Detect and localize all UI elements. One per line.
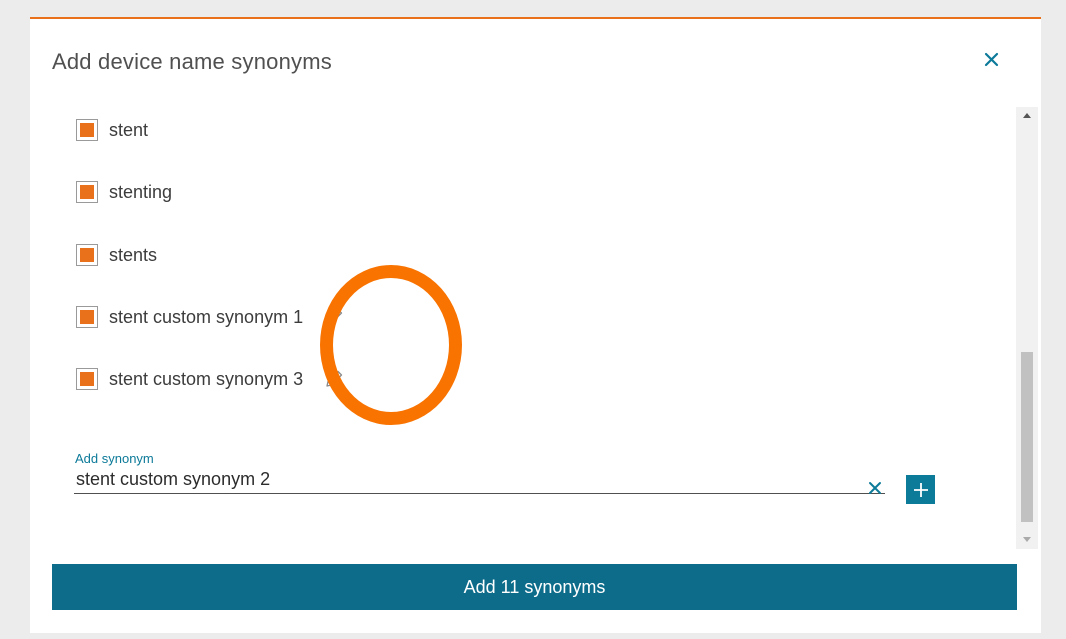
scroll-up-arrow[interactable]	[1016, 107, 1038, 125]
synonym-label: stents	[109, 244, 158, 265]
add-synonym-label: Add synonym	[75, 451, 154, 466]
checkbox-checked-mark	[80, 310, 94, 324]
synonym-label: stenting	[109, 181, 173, 202]
add-synonym-input[interactable]	[74, 466, 885, 494]
scrollbar-thumb[interactable]	[1021, 352, 1033, 522]
arrow-down-icon	[1023, 537, 1031, 542]
synonym-label: stent	[109, 119, 149, 140]
plus-icon	[913, 482, 928, 497]
clear-input-button[interactable]	[866, 479, 886, 499]
synonym-checkbox[interactable]	[76, 368, 98, 390]
checkbox-checked-mark	[80, 248, 94, 262]
add-synonym-button[interactable]	[906, 475, 935, 504]
synonym-item[interactable]: stents	[76, 240, 157, 270]
arrow-up-icon	[1023, 113, 1031, 118]
synonym-item[interactable]: stent	[76, 115, 148, 145]
synonym-checkbox[interactable]	[76, 306, 98, 328]
synonym-label: stent custom synonym 1	[109, 306, 304, 327]
dialog-title: Add device name synonyms	[52, 49, 332, 74]
synonym-checkbox[interactable]	[76, 119, 98, 141]
scroll-down-arrow[interactable]	[1016, 531, 1038, 549]
clear-icon	[869, 482, 881, 494]
checkbox-checked-mark	[80, 123, 94, 137]
add-synonyms-dialog: Add device name synonyms stent stenting …	[30, 17, 1041, 633]
synonym-item[interactable]: stenting	[76, 177, 172, 207]
scrollbar[interactable]	[1016, 107, 1038, 549]
pencil-icon[interactable]	[323, 306, 345, 328]
close-button[interactable]	[980, 47, 1004, 71]
close-icon	[984, 52, 999, 67]
synonym-checkbox[interactable]	[76, 244, 98, 266]
add-synonyms-submit-button[interactable]: Add 11 synonyms	[52, 564, 1017, 610]
pencil-icon[interactable]	[323, 368, 345, 390]
synonym-checkbox[interactable]	[76, 181, 98, 203]
checkbox-checked-mark	[80, 185, 94, 199]
synonym-item[interactable]: stent custom synonym 3	[76, 364, 345, 394]
synonym-label: stent custom synonym 3	[109, 368, 304, 389]
synonym-item[interactable]: stent custom synonym 1	[76, 302, 345, 332]
checkbox-checked-mark	[80, 372, 94, 386]
